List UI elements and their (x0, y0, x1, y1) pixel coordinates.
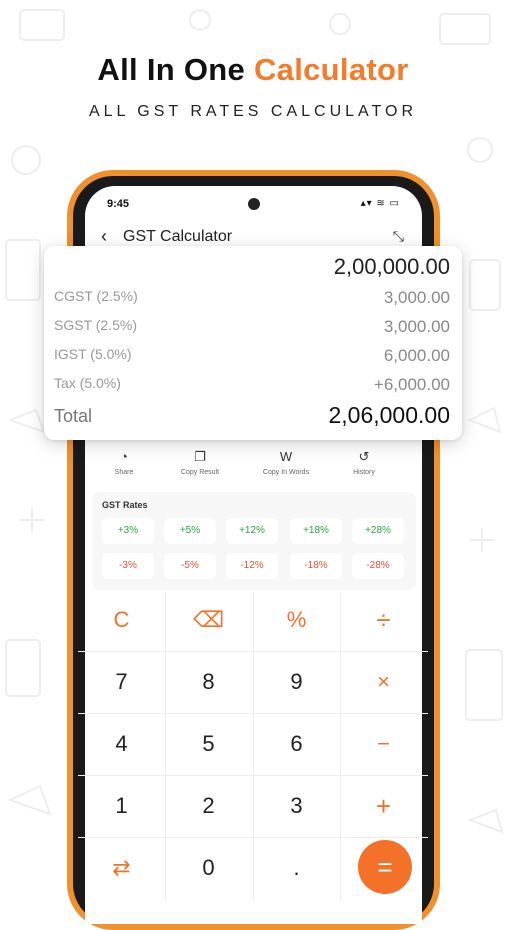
rate-minus-28[interactable]: -28% (352, 553, 404, 579)
subheadline: ALL GST RATES CALCULATOR (88, 103, 418, 120)
tax-value: +6,000.00 (373, 375, 450, 394)
key-5[interactable]: 5 (165, 713, 252, 775)
history-icon: ↺ (358, 449, 370, 464)
key-8[interactable]: 8 (165, 651, 252, 713)
key-9[interactable]: 9 (253, 651, 340, 713)
tax-label: Tax (5.0%) (54, 375, 121, 391)
key-2[interactable]: 2 (165, 775, 252, 837)
copy-icon: ❐ (194, 449, 206, 464)
history-button[interactable]: ↺ History (332, 448, 396, 476)
equals-button[interactable]: = (358, 840, 412, 894)
sgst-label: SGST (2.5%) (54, 317, 137, 333)
percent-button[interactable]: % (253, 589, 340, 651)
rate-minus-12[interactable]: -12% (226, 553, 278, 579)
key-3[interactable]: 3 (253, 775, 340, 837)
copy-in-words-label: Copy In Words (262, 469, 310, 476)
words-icon: W (279, 449, 293, 464)
collapse-icon[interactable]: ⤡ (393, 228, 404, 245)
history-label: History (353, 469, 375, 476)
rate-plus-12[interactable]: +12% (226, 518, 278, 544)
rate-plus-5[interactable]: +5% (164, 518, 216, 544)
keypad: C ⌫ % ÷ 7 8 9 × 4 5 6 − 1 2 3 + ⇄ 0 . = (78, 592, 428, 900)
rate-plus-28[interactable]: +28% (352, 518, 404, 544)
total-value: 2,06,000.00 (328, 402, 450, 428)
camera-icon (247, 198, 260, 210)
sgst-row: SGST (2.5%) 3,000.00 (54, 317, 450, 339)
back-icon[interactable]: ‹ (101, 226, 107, 247)
status-time: 9:45 (107, 198, 130, 210)
igst-value: 6,000.00 (383, 346, 450, 365)
share-button[interactable]: ◔ Share (92, 448, 156, 476)
copy-result-button[interactable]: ❐ Copy Result (168, 448, 232, 476)
cgst-value: 3,000.00 (383, 288, 450, 307)
rate-minus-18[interactable]: -18% (290, 553, 342, 579)
key-6[interactable]: 6 (253, 713, 340, 775)
status-icons: ▴▾ ≋ ▭ (360, 198, 400, 209)
copy-result-label: Copy Result (180, 469, 220, 476)
igst-row: IGST (5.0%) 6,000.00 (54, 346, 450, 368)
igst-label: IGST (5.0%) (54, 346, 132, 362)
rate-minus-3[interactable]: -3% (102, 553, 154, 579)
headline: All In One Calculator (0, 52, 506, 88)
rate-minus-5[interactable]: -5% (164, 553, 216, 579)
key-1[interactable]: 1 (78, 775, 165, 837)
rate-plus-18[interactable]: +18% (290, 518, 342, 544)
backspace-button[interactable]: ⌫ (165, 589, 252, 651)
headline-prefix: All In One (97, 52, 246, 87)
rotate-icon[interactable]: ⇄ (78, 837, 165, 899)
sgst-value: 3,000.00 (383, 317, 450, 336)
clear-button[interactable]: C (78, 589, 165, 651)
gst-rates-panel: GST Rates +3% +5% +12% +18% +28% -3% -5%… (92, 492, 416, 590)
key-4[interactable]: 4 (78, 713, 165, 775)
page-title: GST Calculator (123, 228, 233, 245)
divide-button[interactable]: ÷ (340, 589, 427, 651)
key-7[interactable]: 7 (78, 651, 165, 713)
status-bar: 9:45 ▴▾ ≋ ▭ (103, 194, 404, 212)
tax-row: Tax (5.0%) +6,000.00 (54, 375, 450, 397)
key-0[interactable]: 0 (165, 837, 252, 899)
whatsapp-icon: ◔ (120, 449, 128, 464)
cgst-row: CGST (2.5%) 3,000.00 (54, 288, 450, 310)
plus-button[interactable]: + (340, 775, 427, 837)
minus-button[interactable]: − (340, 713, 427, 775)
action-bar: ◔ Share ❐ Copy Result W Copy In Words ↺ … (92, 448, 412, 484)
share-label: Share (114, 469, 134, 476)
cgst-label: CGST (2.5%) (54, 288, 138, 304)
rate-plus-3[interactable]: +3% (102, 518, 154, 544)
copy-in-words-button[interactable]: W Copy In Words (254, 448, 318, 476)
gst-rates-title: GST Rates (102, 500, 148, 510)
result-amount: 2,00,000.00 (333, 254, 450, 279)
headline-accent: Calculator (254, 52, 409, 87)
multiply-button[interactable]: × (340, 651, 427, 713)
decimal-button[interactable]: . (253, 837, 340, 899)
result-card: 2,00,000.00 CGST (2.5%) 3,000.00 SGST (2… (44, 246, 462, 440)
total-label: Total (54, 406, 93, 426)
